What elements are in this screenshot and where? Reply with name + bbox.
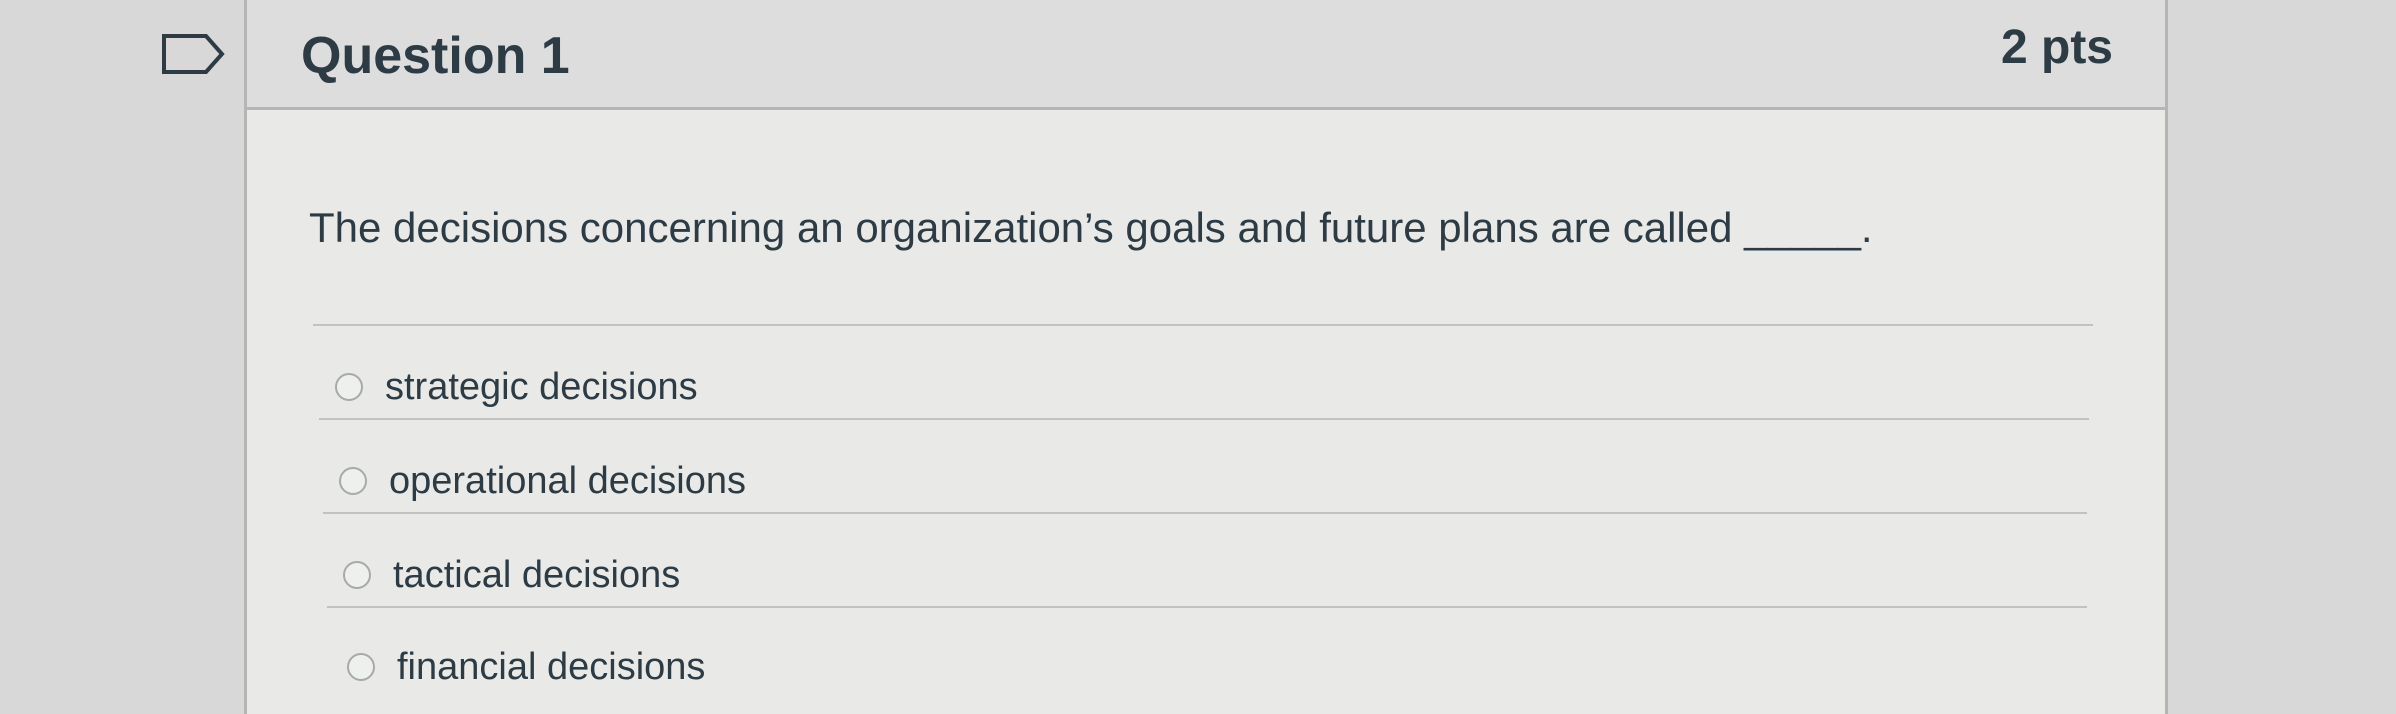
answer-option-tactical[interactable]: tactical decisions <box>343 540 680 610</box>
question-divider <box>313 324 2093 326</box>
question-points: 2 pts <box>2000 21 2113 74</box>
question-title: Question 1 <box>301 27 570 85</box>
answer-divider <box>323 512 2087 514</box>
radio-button[interactable] <box>335 373 363 401</box>
flag-question-icon[interactable] <box>158 30 228 78</box>
answer-divider <box>327 606 2087 608</box>
answer-divider <box>319 418 2089 420</box>
radio-button[interactable] <box>343 561 371 589</box>
answer-option-financial[interactable]: financial decisions <box>347 632 705 702</box>
answer-label: strategic decisions <box>385 365 698 408</box>
answer-label: operational decisions <box>389 459 747 502</box>
radio-button[interactable] <box>347 653 375 681</box>
question-header: Question 1 2 pts <box>247 0 2165 110</box>
answer-label: financial decisions <box>397 645 706 688</box>
question-text: The decisions concerning an organization… <box>309 204 1873 251</box>
question-card: Question 1 2 pts The decisions concernin… <box>244 0 2168 714</box>
answer-option-strategic[interactable]: strategic decisions <box>335 352 698 422</box>
radio-button[interactable] <box>339 467 367 495</box>
answer-option-operational[interactable]: operational decisions <box>339 446 746 516</box>
answer-label: tactical decisions <box>393 553 681 596</box>
